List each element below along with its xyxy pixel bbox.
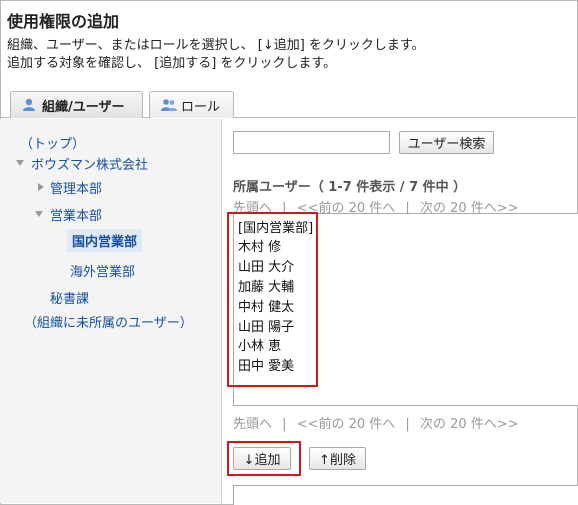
tree-item-domestic-sales[interactable]: 国内営業部	[67, 229, 143, 252]
expand-right-icon[interactable]	[38, 183, 44, 191]
user-search-button[interactable]: ユーザー検索	[399, 131, 494, 154]
selected-targets-listbox[interactable]	[233, 485, 578, 505]
pager-bottom: 先頭へ | <<前の 20 件へ | 次の 20 件へ>>	[233, 413, 519, 432]
user-icon	[21, 98, 39, 112]
pager-next-link[interactable]: 次の 20 件へ>>	[420, 417, 519, 432]
expand-down-icon[interactable]	[16, 160, 24, 166]
pager-separator: |	[405, 417, 410, 432]
tree-item-company[interactable]: ボウズマン株式会社	[31, 154, 148, 173]
user-list-highlight	[227, 212, 318, 387]
page-title: 使用権限の追加	[7, 12, 120, 31]
tab-org-user[interactable]: 組織/ユーザー	[10, 91, 143, 118]
description-line-1: 組織、ユーザー、またはロールを選択し、 [↓追加] をクリックします。	[7, 38, 425, 53]
add-button-highlight	[227, 441, 301, 476]
tree-item-sales[interactable]: 営業本部	[50, 205, 102, 224]
pager-prev-link[interactable]: <<前の 20 件へ	[297, 417, 396, 432]
tree-item-overseas-sales[interactable]: 海外営業部	[70, 261, 135, 280]
org-tree: （トップ） ボウズマン株式会社 管理本部 営業本部 国内営業部 海外営業部 秘書…	[0, 119, 222, 503]
user-list-heading: 所属ユーザー（ 1-7 件表示 / 7 件中 ）	[233, 180, 467, 195]
tree-item-secretary[interactable]: 秘書課	[50, 288, 89, 307]
remove-button[interactable]: ↑削除	[309, 447, 366, 470]
tree-item-management[interactable]: 管理本部	[50, 178, 102, 197]
tab-role-label: ロール	[181, 99, 221, 115]
user-search-input[interactable]	[233, 131, 390, 154]
pager-separator: |	[282, 417, 287, 432]
expand-down-icon[interactable]	[35, 211, 43, 217]
description-line-2: 追加する対象を確認し、 [追加する] をクリックします。	[7, 56, 337, 71]
pager-first-link[interactable]: 先頭へ	[233, 417, 272, 432]
tab-role[interactable]: ロール	[149, 91, 234, 118]
tab-org-user-label: 組織/ユーザー	[42, 99, 125, 115]
tab-bar: 組織/ユーザー ロール	[0, 88, 576, 118]
tree-item-unaffiliated[interactable]: （組織に未所属のユーザー）	[24, 312, 193, 331]
role-icon	[160, 98, 178, 112]
tree-item-top[interactable]: （トップ）	[20, 133, 85, 152]
